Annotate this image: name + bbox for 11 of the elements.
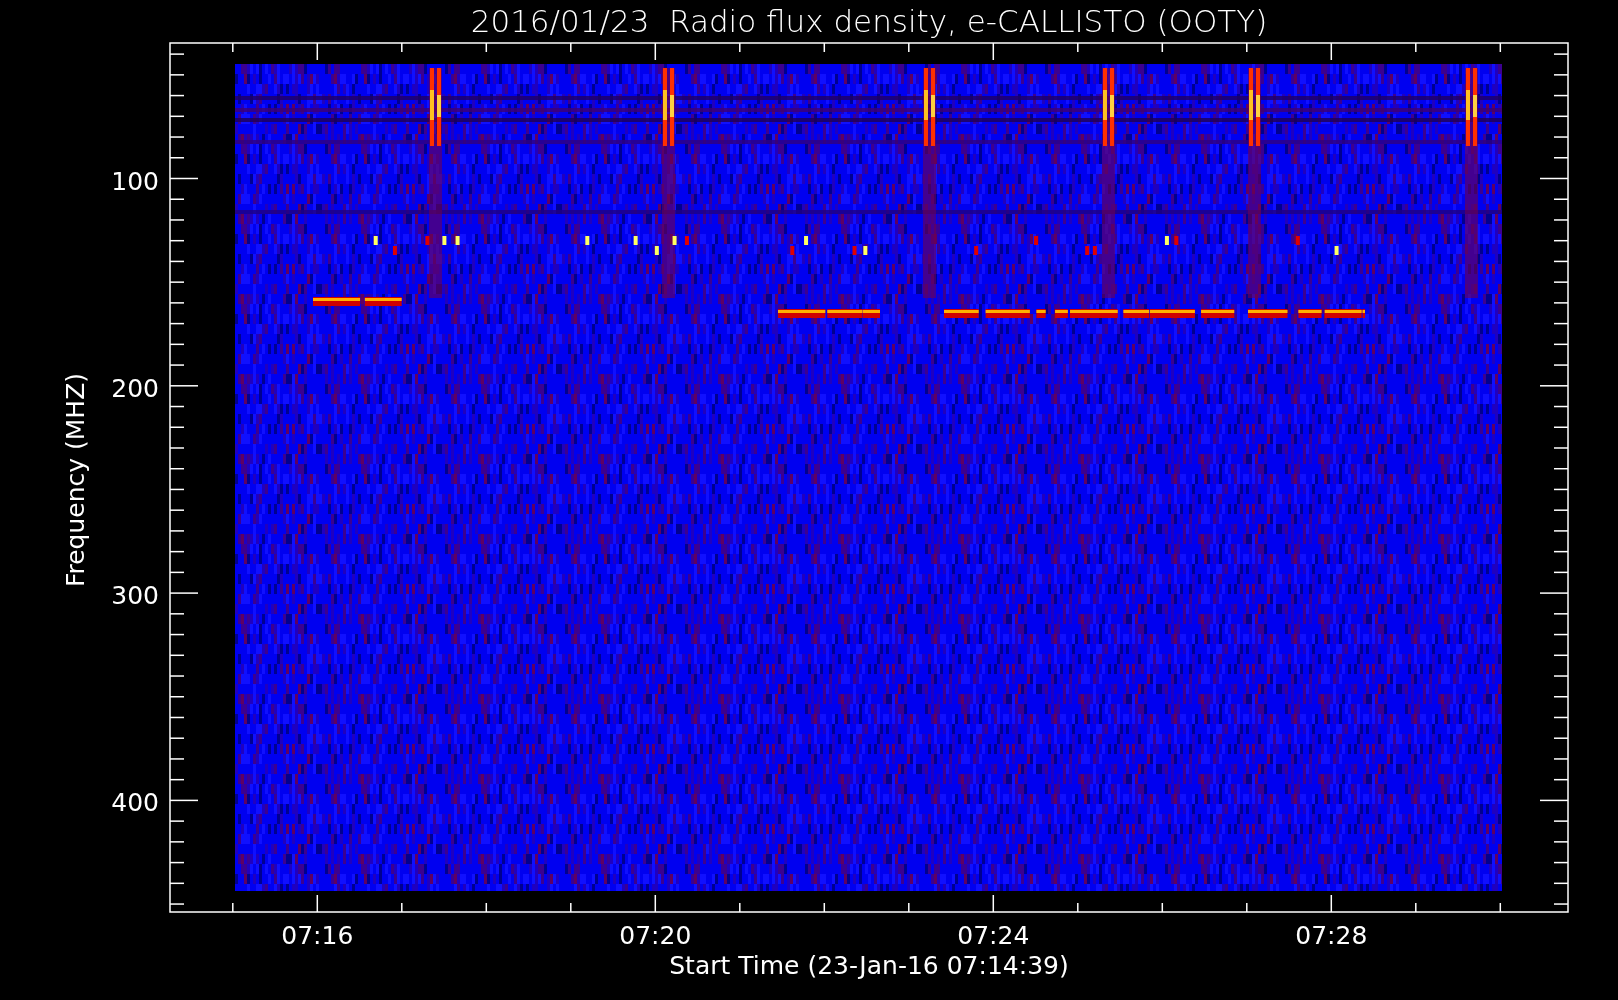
axis-tick-label: 100 xyxy=(111,166,159,196)
axis-tick-label: 200 xyxy=(111,373,159,403)
axis-tick-label: 07:28 xyxy=(1295,921,1368,950)
axis-title: Frequency (MHZ) xyxy=(61,372,90,588)
axis-tick-label: 07:20 xyxy=(619,921,692,950)
axis-tick-label: 400 xyxy=(111,788,159,818)
axis-title: Start Time (23-Jan-16 07:14:39) xyxy=(669,951,1069,980)
axis-tick-label: 07:24 xyxy=(957,921,1030,950)
chart-title: 2016/01/23 Radio flux density, e-CALLISTO (OOTY) xyxy=(470,3,1268,39)
axis-tick-label: 300 xyxy=(111,581,159,611)
axis-tick-label: 07:16 xyxy=(281,921,354,950)
